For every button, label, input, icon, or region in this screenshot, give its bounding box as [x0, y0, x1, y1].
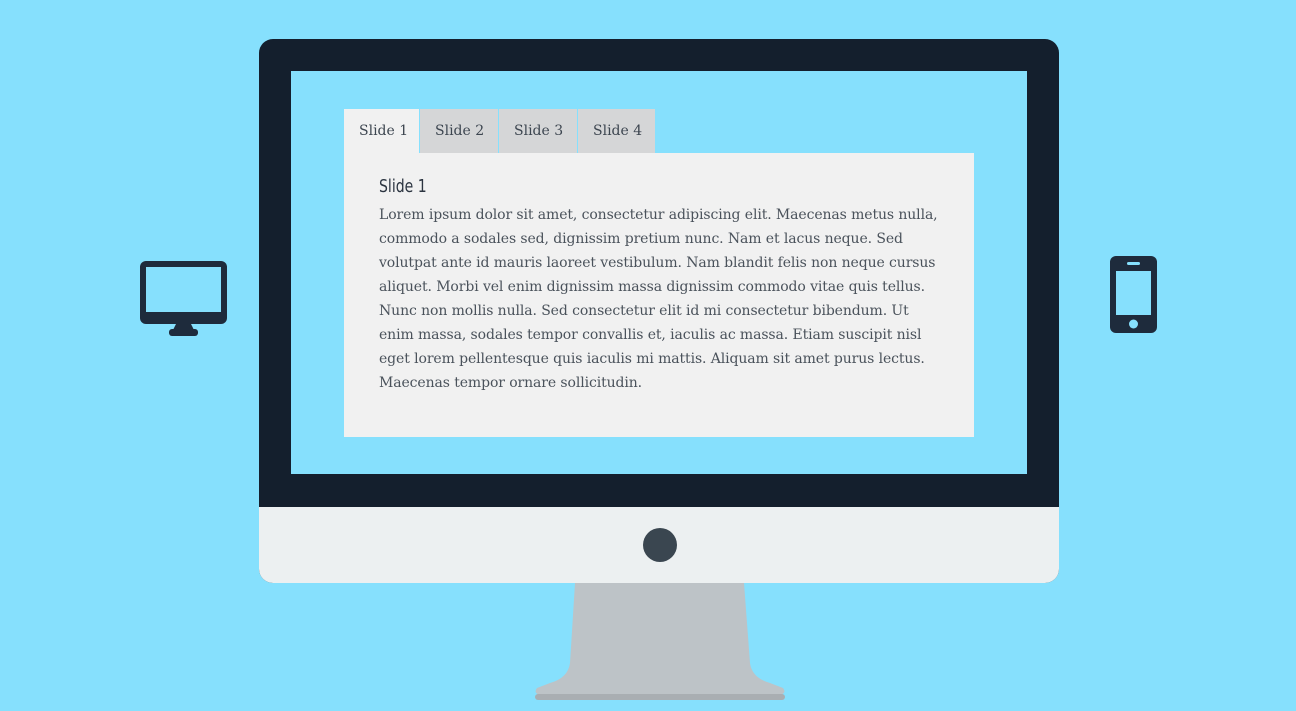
slide-title: Slide 1: [379, 176, 427, 197]
monitor-chin: [259, 507, 1059, 583]
slide-tabs: Slide 1 Slide 2 Slide 3 Slide 4: [344, 109, 655, 153]
monitor: Slide 1 Slide 2 Slide 3 Slide 4 Slide 1 …: [259, 39, 1059, 583]
monitor-screen: Slide 1 Slide 2 Slide 3 Slide 4 Slide 1 …: [291, 71, 1027, 474]
tab-slide-3[interactable]: Slide 3: [499, 109, 578, 153]
monitor-stand: [535, 583, 785, 700]
smartphone-icon[interactable]: [1110, 256, 1157, 333]
stage: Slide 1 Slide 2 Slide 3 Slide 4 Slide 1 …: [0, 0, 1296, 711]
desktop-monitor-icon[interactable]: [140, 261, 227, 336]
slide-panel: Slide 1 Lorem ipsum dolor sit amet, cons…: [344, 153, 974, 437]
tab-slide-1[interactable]: Slide 1: [344, 109, 420, 153]
power-button[interactable]: [643, 528, 677, 562]
tab-slide-2[interactable]: Slide 2: [420, 109, 499, 153]
slide-body-text: Lorem ipsum dolor sit amet, consectetur …: [379, 207, 938, 391]
tab-slide-4[interactable]: Slide 4: [578, 109, 655, 153]
